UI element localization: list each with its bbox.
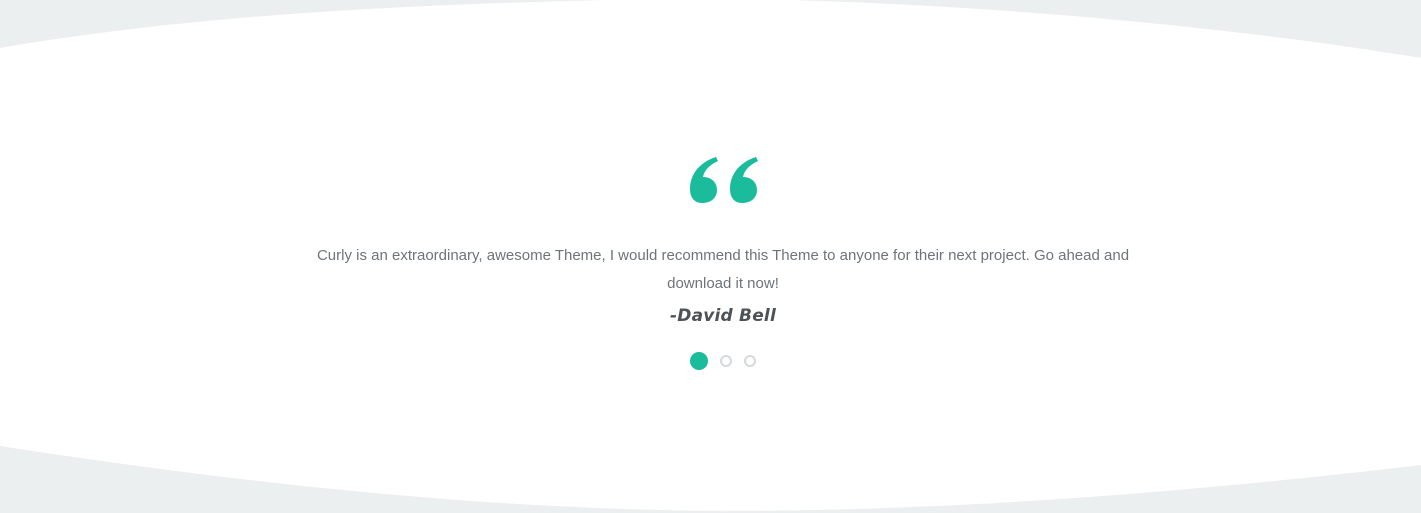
testimonial-author: -David Bell — [670, 306, 776, 326]
slider-dot-1[interactable] — [690, 352, 708, 370]
testimonial-quote-text: Curly is an extraordinary, awesome Theme… — [316, 247, 1130, 292]
slider-dot-3[interactable] — [744, 355, 756, 367]
quote-open-icon — [690, 157, 758, 203]
slider-dot-2[interactable] — [720, 355, 732, 367]
testimonial-slider: Curly is an extraordinary, awesome Theme… — [0, 0, 1421, 513]
testimonial-section: Curly is an extraordinary, awesome Theme… — [0, 0, 1421, 513]
slider-pagination — [688, 351, 756, 371]
